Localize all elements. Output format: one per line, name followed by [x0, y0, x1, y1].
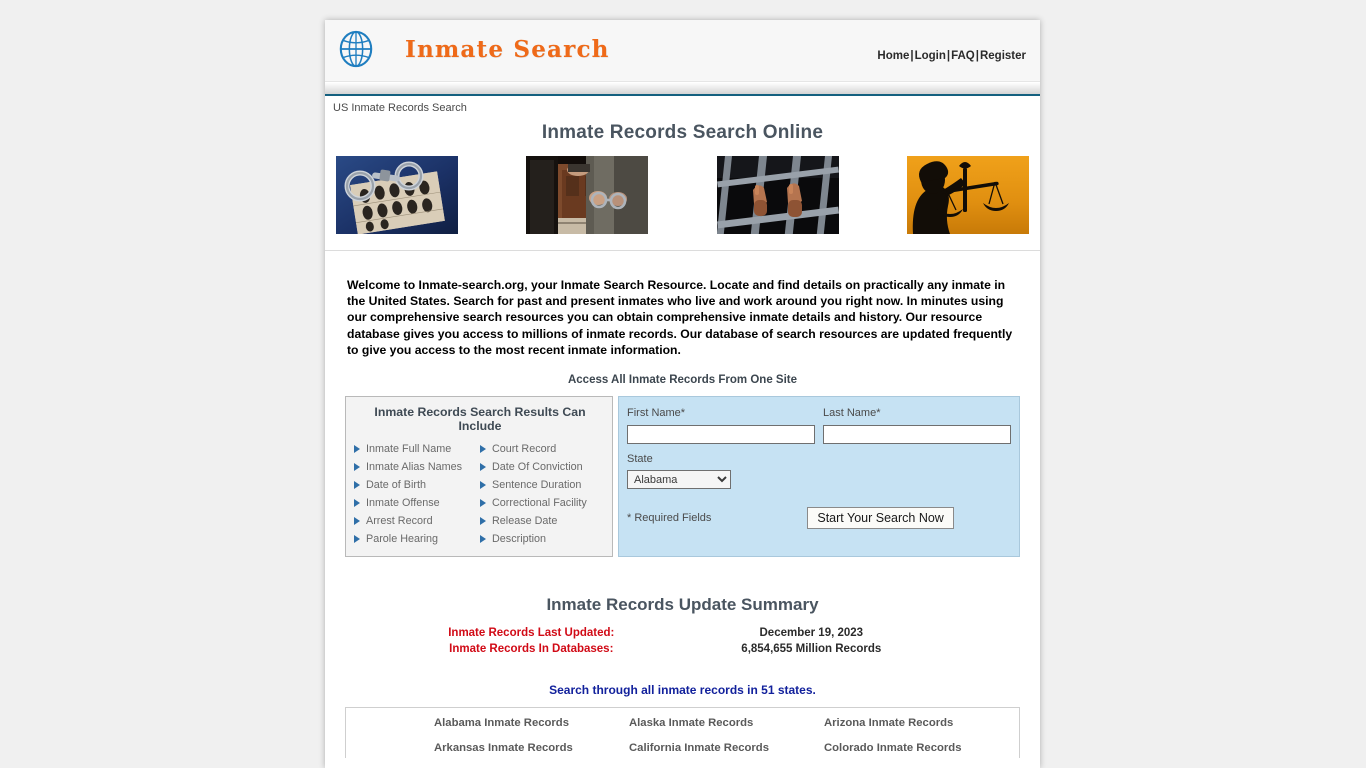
- bullet-triangle-icon: [354, 481, 360, 490]
- site-title: Inmate Search: [405, 35, 610, 63]
- state-link-california[interactable]: California Inmate Records: [629, 742, 824, 754]
- features-columns: Inmate Full Name Inmate Alias Names Date…: [354, 440, 606, 548]
- state-link-colorado[interactable]: Colorado Inmate Records: [824, 742, 1019, 754]
- bullet-triangle-icon: [480, 517, 486, 526]
- list-item: Court Record: [480, 440, 606, 458]
- feature-label: Inmate Alias Names: [366, 461, 463, 474]
- feature-label: Inmate Offense: [366, 497, 440, 510]
- feature-label: Description: [492, 533, 547, 546]
- hands-on-jail-bars-image: [716, 156, 839, 234]
- table-row: Inmate Records In Databases: 6,854,655 M…: [403, 641, 963, 657]
- table-row: Inmate Records Last Updated: December 19…: [403, 625, 963, 641]
- list-item: Correctional Facility: [480, 494, 606, 512]
- feature-label: Sentence Duration: [492, 479, 582, 492]
- name-fields-row: First Name* Last Name*: [627, 407, 1011, 444]
- features-panel: Inmate Records Search Results Can Includ…: [345, 396, 613, 558]
- summary-value: December 19, 2023: [759, 627, 864, 640]
- feature-label: Correctional Facility: [492, 497, 587, 510]
- state-label: State: [627, 452, 653, 465]
- summary-table: Inmate Records Last Updated: December 19…: [403, 625, 963, 657]
- state-select[interactable]: AlabamaAlaskaArizonaArkansasCaliforniaCo…: [627, 470, 731, 490]
- breadcrumb: US Inmate Records Search: [333, 102, 467, 114]
- site-header: Inmate Search Home|Login|FAQ|Register: [325, 20, 1040, 82]
- nav-link-faq[interactable]: FAQ: [951, 50, 975, 62]
- summary-label: Inmate Records Last Updated:: [448, 627, 615, 640]
- last-name-group: Last Name*: [823, 407, 1011, 444]
- list-item: Date of Birth: [354, 476, 480, 494]
- states-count-line: Search through all inmate records in 51 …: [549, 683, 816, 698]
- panels-row: Inmate Records Search Results Can Includ…: [325, 396, 1040, 558]
- page-title: Inmate Records Search Online: [541, 122, 824, 143]
- list-item: Sentence Duration: [480, 476, 606, 494]
- nav-link-home[interactable]: Home: [877, 50, 909, 62]
- feature-label: Release Date: [492, 515, 558, 528]
- bullet-triangle-icon: [480, 463, 486, 472]
- list-item: Date Of Conviction: [480, 458, 606, 476]
- feature-label: Date Of Conviction: [492, 461, 583, 474]
- first-name-input[interactable]: [627, 424, 815, 444]
- list-item: Release Date: [480, 512, 606, 530]
- form-actions-row: * Required Fields Start Your Search Now: [627, 507, 1011, 530]
- start-search-button[interactable]: Start Your Search Now: [807, 507, 954, 530]
- bullet-triangle-icon: [354, 499, 360, 508]
- bullet-triangle-icon: [354, 535, 360, 544]
- summary-label: Inmate Records In Databases:: [449, 643, 614, 656]
- bullet-triangle-icon: [480, 445, 486, 454]
- bullet-triangle-icon: [480, 499, 486, 508]
- list-item: Inmate Full Name: [354, 440, 480, 458]
- list-item: Description: [480, 530, 606, 548]
- state-link-alabama[interactable]: Alabama Inmate Records: [434, 717, 629, 729]
- handcuffed-person-image: [526, 156, 649, 234]
- state-link-arizona[interactable]: Arizona Inmate Records: [824, 717, 1019, 729]
- nav-separator-3: |: [975, 50, 979, 62]
- feature-label: Arrest Record: [366, 515, 433, 528]
- feature-label: Inmate Full Name: [366, 443, 452, 456]
- logo-area[interactable]: Inmate Search: [337, 30, 610, 68]
- nav-link-login[interactable]: Login: [915, 50, 946, 62]
- list-item: Arrest Record: [354, 512, 480, 530]
- features-title: Inmate Records Search Results Can Includ…: [374, 405, 586, 434]
- bullet-triangle-icon: [480, 535, 486, 544]
- handcuffs-fingerprint-card-image: [336, 156, 458, 234]
- thumbnail-row: [325, 156, 1040, 242]
- scales-of-justice-image: [906, 156, 1029, 234]
- first-name-group: First Name*: [627, 407, 815, 444]
- intro-paragraph: Welcome to Inmate-search.org, your Inmat…: [347, 278, 1013, 357]
- main-nav: Home|Login|FAQ|Register: [877, 50, 1026, 62]
- intro-section: Welcome to Inmate-search.org, your Inmat…: [325, 251, 1040, 358]
- state-link-alaska[interactable]: Alaska Inmate Records: [629, 717, 824, 729]
- bullet-triangle-icon: [354, 463, 360, 472]
- nav-separator-2: |: [946, 50, 951, 62]
- bullet-triangle-icon: [354, 517, 360, 526]
- last-name-input[interactable]: [823, 424, 1011, 444]
- summary-title: Inmate Records Update Summary: [546, 595, 819, 615]
- feature-label: Date of Birth: [366, 479, 427, 492]
- state-links-box: Alabama Inmate Records Alaska Inmate Rec…: [345, 707, 1020, 759]
- nav-separator-1: |: [910, 50, 914, 62]
- globe-icon: [339, 30, 373, 68]
- first-name-label: First Name*: [627, 407, 686, 420]
- bullet-triangle-icon: [354, 445, 360, 454]
- hero-section: Inmate Records Search Online: [325, 122, 1040, 251]
- page-container: Inmate Search Home|Login|FAQ|Register US…: [325, 20, 1040, 768]
- list-item: Inmate Alias Names: [354, 458, 480, 476]
- summary-value: 6,854,655 Million Records: [741, 643, 882, 656]
- state-links-grid: Alabama Inmate Records Alaska Inmate Rec…: [346, 717, 1019, 754]
- features-column-left: Inmate Full Name Inmate Alias Names Date…: [354, 440, 480, 548]
- access-tagline: Access All Inmate Records From One Site: [567, 374, 797, 387]
- list-item: Inmate Offense: [354, 494, 480, 512]
- list-item: Parole Hearing: [354, 530, 480, 548]
- feature-label: Parole Hearing: [366, 533, 439, 546]
- features-column-right: Court Record Date Of Conviction Sentence…: [480, 440, 606, 548]
- required-fields-note: * Required Fields: [627, 512, 712, 525]
- state-link-arkansas[interactable]: Arkansas Inmate Records: [434, 742, 629, 754]
- search-form-panel: First Name* Last Name* State AlabamaAlas…: [618, 396, 1020, 558]
- feature-label: Court Record: [492, 443, 557, 456]
- bullet-triangle-icon: [480, 481, 486, 490]
- nav-link-register[interactable]: Register: [980, 50, 1026, 62]
- last-name-label: Last Name*: [823, 407, 881, 420]
- nav-bar: [325, 82, 1040, 96]
- update-summary-section: Inmate Records Update Summary Inmate Rec…: [325, 557, 1040, 697]
